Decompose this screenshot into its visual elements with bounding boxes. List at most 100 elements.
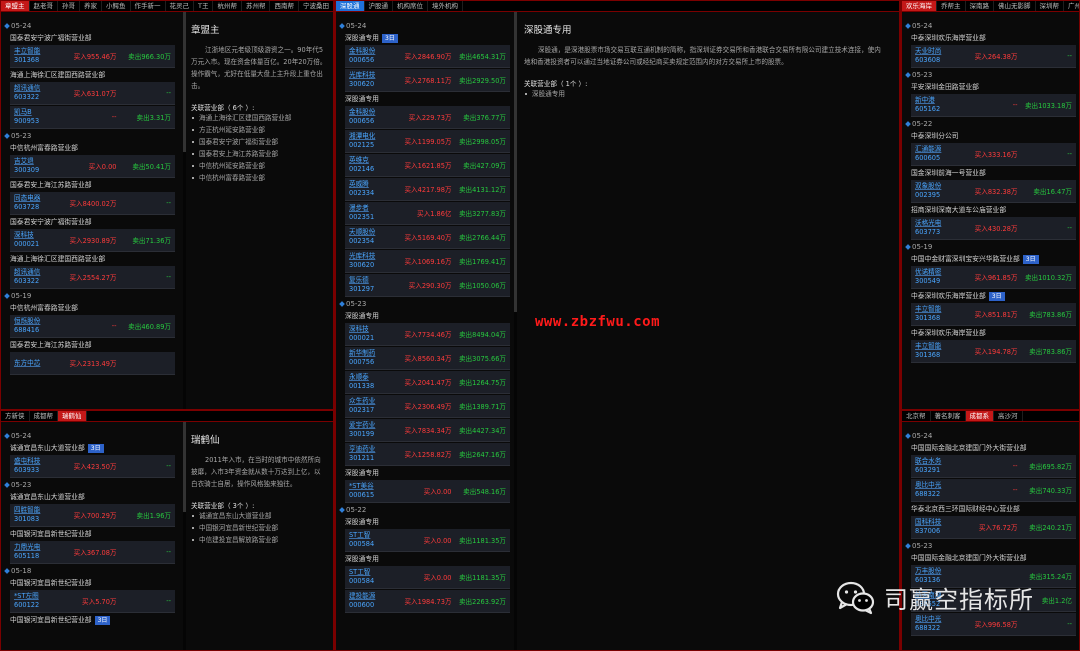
department-name[interactable]: 中国银河宜昌新世纪营业部: [10, 579, 92, 587]
stock-row[interactable]: 天顺股份 002354 买入5169.40万 卖出2766.44万: [345, 226, 510, 249]
tab-bottom-left-2[interactable]: 瑞鹤仙: [58, 411, 87, 421]
broker-department[interactable]: 国金深圳前海一号营业部: [906, 167, 1076, 180]
tab-top-right-4[interactable]: 深圳帮: [1036, 1, 1064, 11]
stock-row[interactable]: 双象股份 002395 买入832.38万 卖出16.47万: [911, 180, 1076, 203]
stock-name-link[interactable]: 吉艾退: [14, 157, 66, 166]
stock-row[interactable]: 丰立智能 301368 买入955.46万 卖出966.30万: [10, 45, 175, 68]
stock-row[interactable]: 复乐德 301297 买入290.30万 卖出1050.06万: [345, 274, 510, 297]
stock-row[interactable]: 超讯通信 603322 买入631.07万 --: [10, 82, 175, 105]
stock-row[interactable]: 湘潭电化 002125 买入1199.05万 卖出2998.05万: [345, 130, 510, 153]
stock-row[interactable]: 力鼎光电 605118 买入367.08万 --: [10, 541, 175, 564]
tab-middle-2[interactable]: 机构席位: [393, 1, 428, 11]
tab-bottom-right-3[interactable]: 高沙河: [994, 411, 1023, 421]
stock-row[interactable]: 光库科技 300620 买入2768.11万 卖出2929.50万: [345, 69, 510, 92]
department-name[interactable]: 深股通专用: [345, 34, 379, 42]
broker-department[interactable]: 中信杭州富春路营业部: [5, 302, 175, 315]
stock-name-link[interactable]: 国科科技: [915, 518, 967, 527]
stock-row[interactable]: 奥比中光 688322 买入996.58万 --: [911, 613, 1076, 636]
stock-name-link[interactable]: 湘潭电化: [349, 132, 401, 141]
broker-department[interactable]: 国泰君安上海江苏路营业部: [5, 179, 175, 192]
broker-department[interactable]: 平安深圳金田路营业部: [906, 81, 1076, 94]
related-department-item[interactable]: 国泰君安宁波广福街营业部: [191, 136, 327, 148]
tab-top-left-1[interactable]: 赵老哥: [30, 1, 58, 11]
department-name[interactable]: 国泰君安宁波广福街营业部: [10, 34, 92, 42]
stock-row[interactable]: 漫步者 002351 买入1.86亿 卖出3277.83万: [345, 202, 510, 225]
broker-department[interactable]: 中泰深圳分公司: [906, 130, 1076, 143]
stock-row[interactable]: 优诺精密 300549 买入961.85万 卖出1010.32万: [911, 266, 1076, 289]
tab-bottom-right-2[interactable]: 成都系: [965, 411, 994, 421]
stock-name-link[interactable]: 丰立智能: [915, 305, 967, 314]
department-name[interactable]: 招商深圳深南大道车公庙营业部: [911, 206, 1006, 214]
scrollbar[interactable]: [183, 422, 186, 650]
stock-row[interactable]: 超讯通信 603322 买入2554.27万 --: [10, 266, 175, 289]
tab-top-left-4[interactable]: 小鳄鱼: [102, 1, 131, 11]
stock-row[interactable]: *ST左图 600122 买入5.70万 --: [10, 590, 175, 613]
broker-department[interactable]: 深股通专用: [340, 93, 510, 106]
tab-bottom-right-1[interactable]: 著名刺客: [931, 411, 966, 421]
stock-name-link[interactable]: 深科技: [14, 231, 66, 240]
department-name[interactable]: 国泰君安上海江苏路营业部: [10, 341, 92, 349]
tab-middle-3[interactable]: 境外机构: [428, 1, 463, 11]
department-name[interactable]: 海通上海徐汇区建国西路营业部: [10, 255, 105, 263]
related-department-item[interactable]: 中信杭州富春路营业部: [191, 172, 327, 184]
related-department-item[interactable]: 中信建投宜昌解放路营业部: [191, 534, 327, 546]
tab-top-right-2[interactable]: 深南路: [966, 1, 994, 11]
tab-top-left-2[interactable]: 孙哥: [58, 1, 80, 11]
department-name[interactable]: 中泰深圳欢乐海岸营业部: [911, 329, 986, 337]
broker-department[interactable]: 深股通专用: [340, 467, 510, 480]
stock-name-link[interactable]: 英维克: [349, 156, 401, 165]
stock-name-link[interactable]: 光库科技: [349, 71, 401, 80]
stock-name-link[interactable]: 复乐德: [349, 276, 401, 285]
tab-bottom-left-1[interactable]: 成都帮: [30, 411, 58, 421]
stock-row[interactable]: 金科股份 000656 买入2846.90万 卖出4654.31万: [345, 45, 510, 68]
stock-row[interactable]: 凯马B 900953 -- 卖出3.31万: [10, 106, 175, 129]
broker-department[interactable]: 中国银河宜昌新世纪营业部 3日: [5, 614, 175, 627]
stock-name-link[interactable]: 天业时尚: [915, 47, 967, 56]
broker-department[interactable]: 海通上海徐汇区建国西路营业部: [5, 69, 175, 82]
broker-department[interactable]: 深股通专用: [340, 516, 510, 529]
stock-row[interactable]: 新华制药 000756 买入8560.34万 卖出3075.66万: [345, 347, 510, 370]
tab-top-left-11[interactable]: 宁波桑田: [299, 1, 333, 11]
department-name[interactable]: 国泰君安上海江苏路营业部: [10, 181, 92, 189]
tab-bottom-right-0[interactable]: 北京帮: [902, 411, 931, 421]
scrollbar[interactable]: [183, 12, 186, 409]
stock-name-link[interactable]: 丰立智能: [14, 47, 66, 56]
stock-name-link[interactable]: 新中港: [915, 96, 967, 105]
department-name[interactable]: 华泰北京西三环国际财经中心营业部: [911, 505, 1020, 513]
tab-top-left-5[interactable]: 作手新一: [131, 1, 166, 11]
broker-department[interactable]: 中泰深圳欢乐海岸营业部 3日: [906, 290, 1076, 303]
tab-top-left-10[interactable]: 西南帮: [270, 1, 299, 11]
department-name[interactable]: 中国国际金融北京建国门外大街营业部: [911, 554, 1027, 562]
stock-row[interactable]: ST工智 000584 买入0.00 卖出1181.35万: [345, 566, 510, 589]
stock-name-link[interactable]: 丰立智能: [915, 342, 967, 351]
stock-row[interactable]: 国科科技 837006 买入76.72万 卖出240.21万: [911, 516, 1076, 539]
tab-top-right-5[interactable]: 广州帮: [1064, 1, 1079, 11]
stock-name-link[interactable]: 联合水务: [915, 457, 967, 466]
stock-name-link[interactable]: 漫步者: [349, 204, 401, 213]
stock-row[interactable]: 恒烁股份 688416 -- 卖出460.89万: [10, 315, 175, 338]
stock-name-link[interactable]: 亨迪药业: [349, 445, 401, 454]
department-name[interactable]: 深股通专用: [345, 312, 379, 320]
stock-name-link[interactable]: 建投能源: [349, 592, 401, 601]
stock-row[interactable]: 金科股份 000656 买入229.73万 卖出376.77万: [345, 106, 510, 129]
department-name[interactable]: 中国中金财富深圳宝安兴华路营业部: [911, 255, 1020, 263]
department-name[interactable]: 中国国际金融北京建国门外大街营业部: [911, 444, 1027, 452]
stock-row[interactable]: 四胜智能 301083 买入700.29万 卖出1.96万: [10, 504, 175, 527]
department-name[interactable]: 国金深圳前海一号营业部: [911, 169, 986, 177]
stock-name-link[interactable]: 天顺股份: [349, 228, 401, 237]
stock-name-link[interactable]: 英威腾: [349, 180, 401, 189]
broker-department[interactable]: 中国中金财富深圳宝安兴华路营业部 3日: [906, 253, 1076, 266]
department-name[interactable]: 深股通专用: [345, 518, 379, 526]
stock-row[interactable]: 汇通能源 600605 买入333.16万 --: [911, 143, 1076, 166]
stock-name-link[interactable]: 深科技: [349, 325, 401, 334]
tab-middle-1[interactable]: 沪股通: [365, 1, 393, 11]
broker-department[interactable]: 中国国际金融北京建国门外大街营业部: [906, 442, 1076, 455]
tab-top-left-3[interactable]: 养家: [80, 1, 102, 11]
tab-top-left-7[interactable]: T王: [194, 1, 214, 11]
stock-row[interactable]: 丰立智能 301368 买入851.81万 卖出783.86万: [911, 303, 1076, 326]
related-department-item[interactable]: 诚通宜昌东山大道营业部: [191, 510, 327, 522]
stock-name-link[interactable]: 力鼎光电: [14, 543, 66, 552]
tab-middle-0[interactable]: 深股通: [336, 1, 365, 11]
broker-department[interactable]: 中信杭州富春路营业部: [5, 142, 175, 155]
tab-bottom-left-0[interactable]: 方新侠: [1, 411, 30, 421]
